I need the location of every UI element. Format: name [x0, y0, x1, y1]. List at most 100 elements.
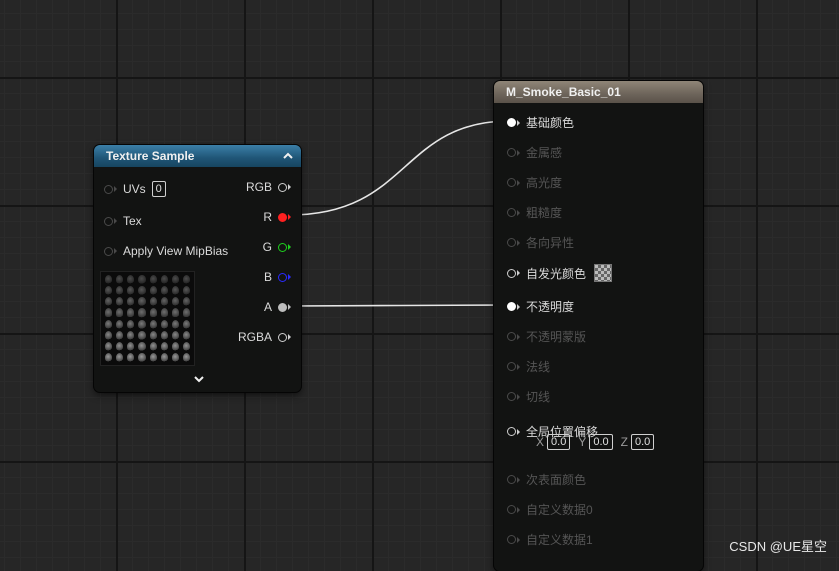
pin-label: 不透明度: [526, 300, 575, 314]
smoke-frame: [171, 286, 179, 296]
pin-icon[interactable]: [507, 427, 516, 436]
material-node-header[interactable]: M_Smoke_Basic_01: [494, 81, 703, 103]
input-pin-uvs[interactable]: UVs 0: [104, 181, 166, 197]
smoke-frame: [116, 352, 124, 362]
material-pin-1[interactable]: 金属感: [507, 144, 562, 161]
pin-icon[interactable]: [278, 182, 287, 192]
material-pin-12[interactable]: 自定义数据0: [507, 501, 593, 518]
smoke-frame: [138, 352, 146, 362]
material-pin-3[interactable]: 粗糙度: [507, 204, 562, 221]
material-pin-5[interactable]: 自发光颜色: [507, 264, 613, 282]
pin-icon[interactable]: [278, 302, 287, 312]
texture-sample-node[interactable]: Texture Sample UVs 0 Tex Apply View MipB…: [94, 145, 301, 392]
pin-icon[interactable]: [278, 332, 287, 342]
pin-icon[interactable]: [507, 535, 516, 544]
smoke-frame: [149, 319, 157, 329]
smoke-frame: [160, 275, 168, 285]
material-pin-8[interactable]: 法线: [507, 358, 550, 375]
smoke-frame: [149, 330, 157, 340]
smoke-frame: [160, 341, 168, 351]
smoke-frame: [171, 352, 179, 362]
smoke-frame: [182, 308, 190, 318]
output-pin-rgba[interactable]: RGBA: [238, 330, 291, 344]
smoke-frame: [105, 319, 113, 329]
texture-sample-title: Texture Sample: [106, 149, 195, 163]
chevron-down-icon[interactable]: [192, 374, 206, 386]
pin-icon[interactable]: [104, 216, 113, 226]
smoke-frame: [160, 319, 168, 329]
smoke-frame: [182, 341, 190, 351]
material-result-node[interactable]: M_Smoke_Basic_01 基础颜色金属感高光度粗糙度各向异性自发光颜色不…: [494, 81, 703, 571]
smoke-frame: [149, 308, 157, 318]
pin-label: Tex: [123, 214, 142, 228]
pin-icon[interactable]: [507, 118, 516, 127]
material-pin-9[interactable]: 切线: [507, 388, 550, 405]
smoke-frame: [138, 286, 146, 296]
pin-label: Apply View MipBias: [123, 244, 229, 258]
pin-icon[interactable]: [507, 178, 516, 187]
smoke-frame: [127, 286, 135, 296]
pin-icon[interactable]: [507, 332, 516, 341]
wire-r-to-base-color: [288, 120, 511, 216]
material-pin-2[interactable]: 高光度: [507, 174, 562, 191]
y-axis-label: Y: [578, 435, 587, 449]
pin-icon[interactable]: [278, 212, 287, 222]
offset-z-field[interactable]: 0.0: [630, 434, 655, 450]
pin-label: 切线: [526, 390, 551, 404]
smoke-frame: [149, 275, 157, 285]
input-pin-apply-view-mipbias[interactable]: Apply View MipBias: [104, 244, 228, 258]
material-pin-6[interactable]: 不透明度: [507, 298, 574, 315]
output-pin-a[interactable]: A: [264, 300, 291, 314]
pin-icon[interactable]: [507, 362, 516, 371]
smoke-frame: [160, 297, 168, 307]
smoke-frame: [160, 286, 168, 296]
pin-label: 各向异性: [526, 236, 575, 250]
pin-icon[interactable]: [104, 184, 113, 194]
pin-icon[interactable]: [507, 302, 516, 311]
smoke-frame: [138, 341, 146, 351]
pin-icon[interactable]: [507, 505, 516, 514]
material-pin-11[interactable]: 次表面颜色: [507, 471, 586, 488]
pin-icon[interactable]: [278, 242, 287, 252]
offset-y-field[interactable]: 0.0: [589, 434, 613, 450]
pin-icon[interactable]: [507, 392, 516, 401]
input-pin-tex[interactable]: Tex: [104, 214, 142, 228]
pin-icon[interactable]: [507, 475, 516, 484]
output-pin-rgb[interactable]: RGB: [246, 180, 291, 194]
material-pin-0[interactable]: 基础颜色: [507, 114, 574, 131]
smoke-frame: [127, 308, 135, 318]
smoke-frame: [182, 286, 190, 296]
pin-icon[interactable]: [507, 268, 516, 278]
smoke-frame: [149, 297, 157, 307]
smoke-frame: [138, 308, 146, 318]
pin-icon[interactable]: [507, 208, 516, 217]
texture-sample-header[interactable]: Texture Sample: [94, 145, 301, 167]
chevron-up-icon[interactable]: [281, 149, 295, 163]
output-pin-r[interactable]: R: [263, 210, 291, 224]
material-node-title: M_Smoke_Basic_01: [506, 85, 621, 99]
pin-icon[interactable]: [104, 246, 113, 256]
output-pin-g[interactable]: G: [263, 240, 291, 254]
smoke-frame: [105, 275, 113, 285]
smoke-frame: [105, 286, 113, 296]
smoke-frame: [127, 297, 135, 307]
pin-icon[interactable]: [507, 148, 516, 157]
pin-label: R: [263, 210, 272, 224]
smoke-frame: [171, 275, 179, 285]
wire-a-to-opacity: [288, 304, 511, 307]
offset-x-field[interactable]: 0.0: [547, 434, 571, 450]
uvs-value-field[interactable]: 0: [151, 181, 166, 197]
smoke-frame: [116, 275, 124, 285]
pin-label: 不透明蒙版: [526, 330, 587, 344]
smoke-frame: [105, 308, 113, 318]
output-pin-b[interactable]: B: [264, 270, 291, 284]
material-pin-13[interactable]: 自定义数据1: [507, 531, 593, 548]
material-pin-4[interactable]: 各向异性: [507, 234, 574, 251]
pin-icon[interactable]: [507, 238, 516, 247]
emissive-color-swatch[interactable]: [594, 264, 613, 282]
material-pin-7[interactable]: 不透明蒙版: [507, 328, 586, 345]
smoke-frame: [171, 341, 179, 351]
pin-icon[interactable]: [278, 272, 287, 282]
smoke-frame: [105, 352, 113, 362]
pin-label: 次表面颜色: [526, 473, 587, 487]
